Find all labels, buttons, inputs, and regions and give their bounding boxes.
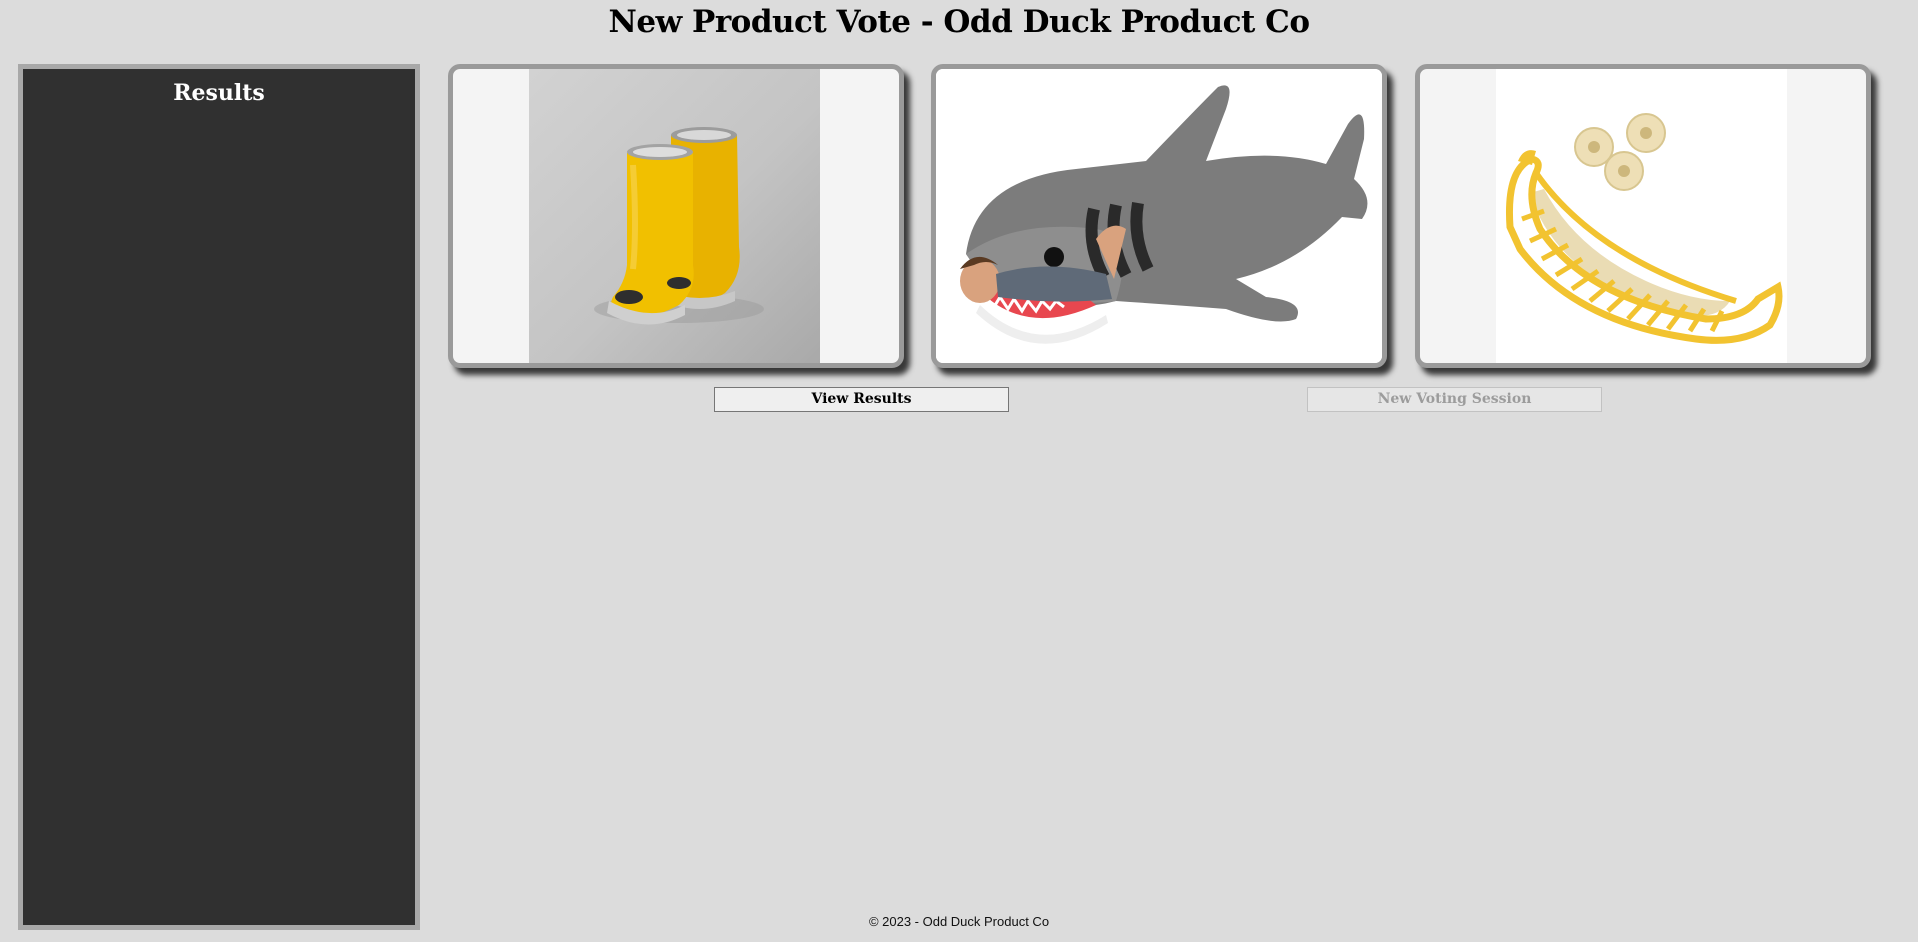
new-voting-session-button[interactable]: New Voting Session	[1307, 387, 1602, 412]
view-results-button[interactable]: View Results	[714, 387, 1009, 412]
rain-boots-image[interactable]	[529, 69, 820, 363]
product-card-shark[interactable]	[931, 64, 1387, 368]
shark-sleeping-bag-icon	[960, 85, 1368, 344]
results-panel: Results	[18, 64, 420, 930]
page-title: New Product Vote - Odd Duck Product Co	[608, 4, 1310, 40]
footer-copyright: © 2023 - Odd Duck Product Co	[868, 914, 1050, 929]
banana-slicer-image[interactable]	[1496, 69, 1787, 363]
product-card-boots[interactable]	[448, 64, 904, 368]
product-card-banana[interactable]	[1415, 64, 1871, 368]
shark-sleeping-bag-image[interactable]	[936, 69, 1382, 363]
results-heading: Results	[173, 80, 265, 106]
rain-boots-icon	[594, 127, 764, 325]
banana-slicer-icon	[1506, 113, 1783, 344]
